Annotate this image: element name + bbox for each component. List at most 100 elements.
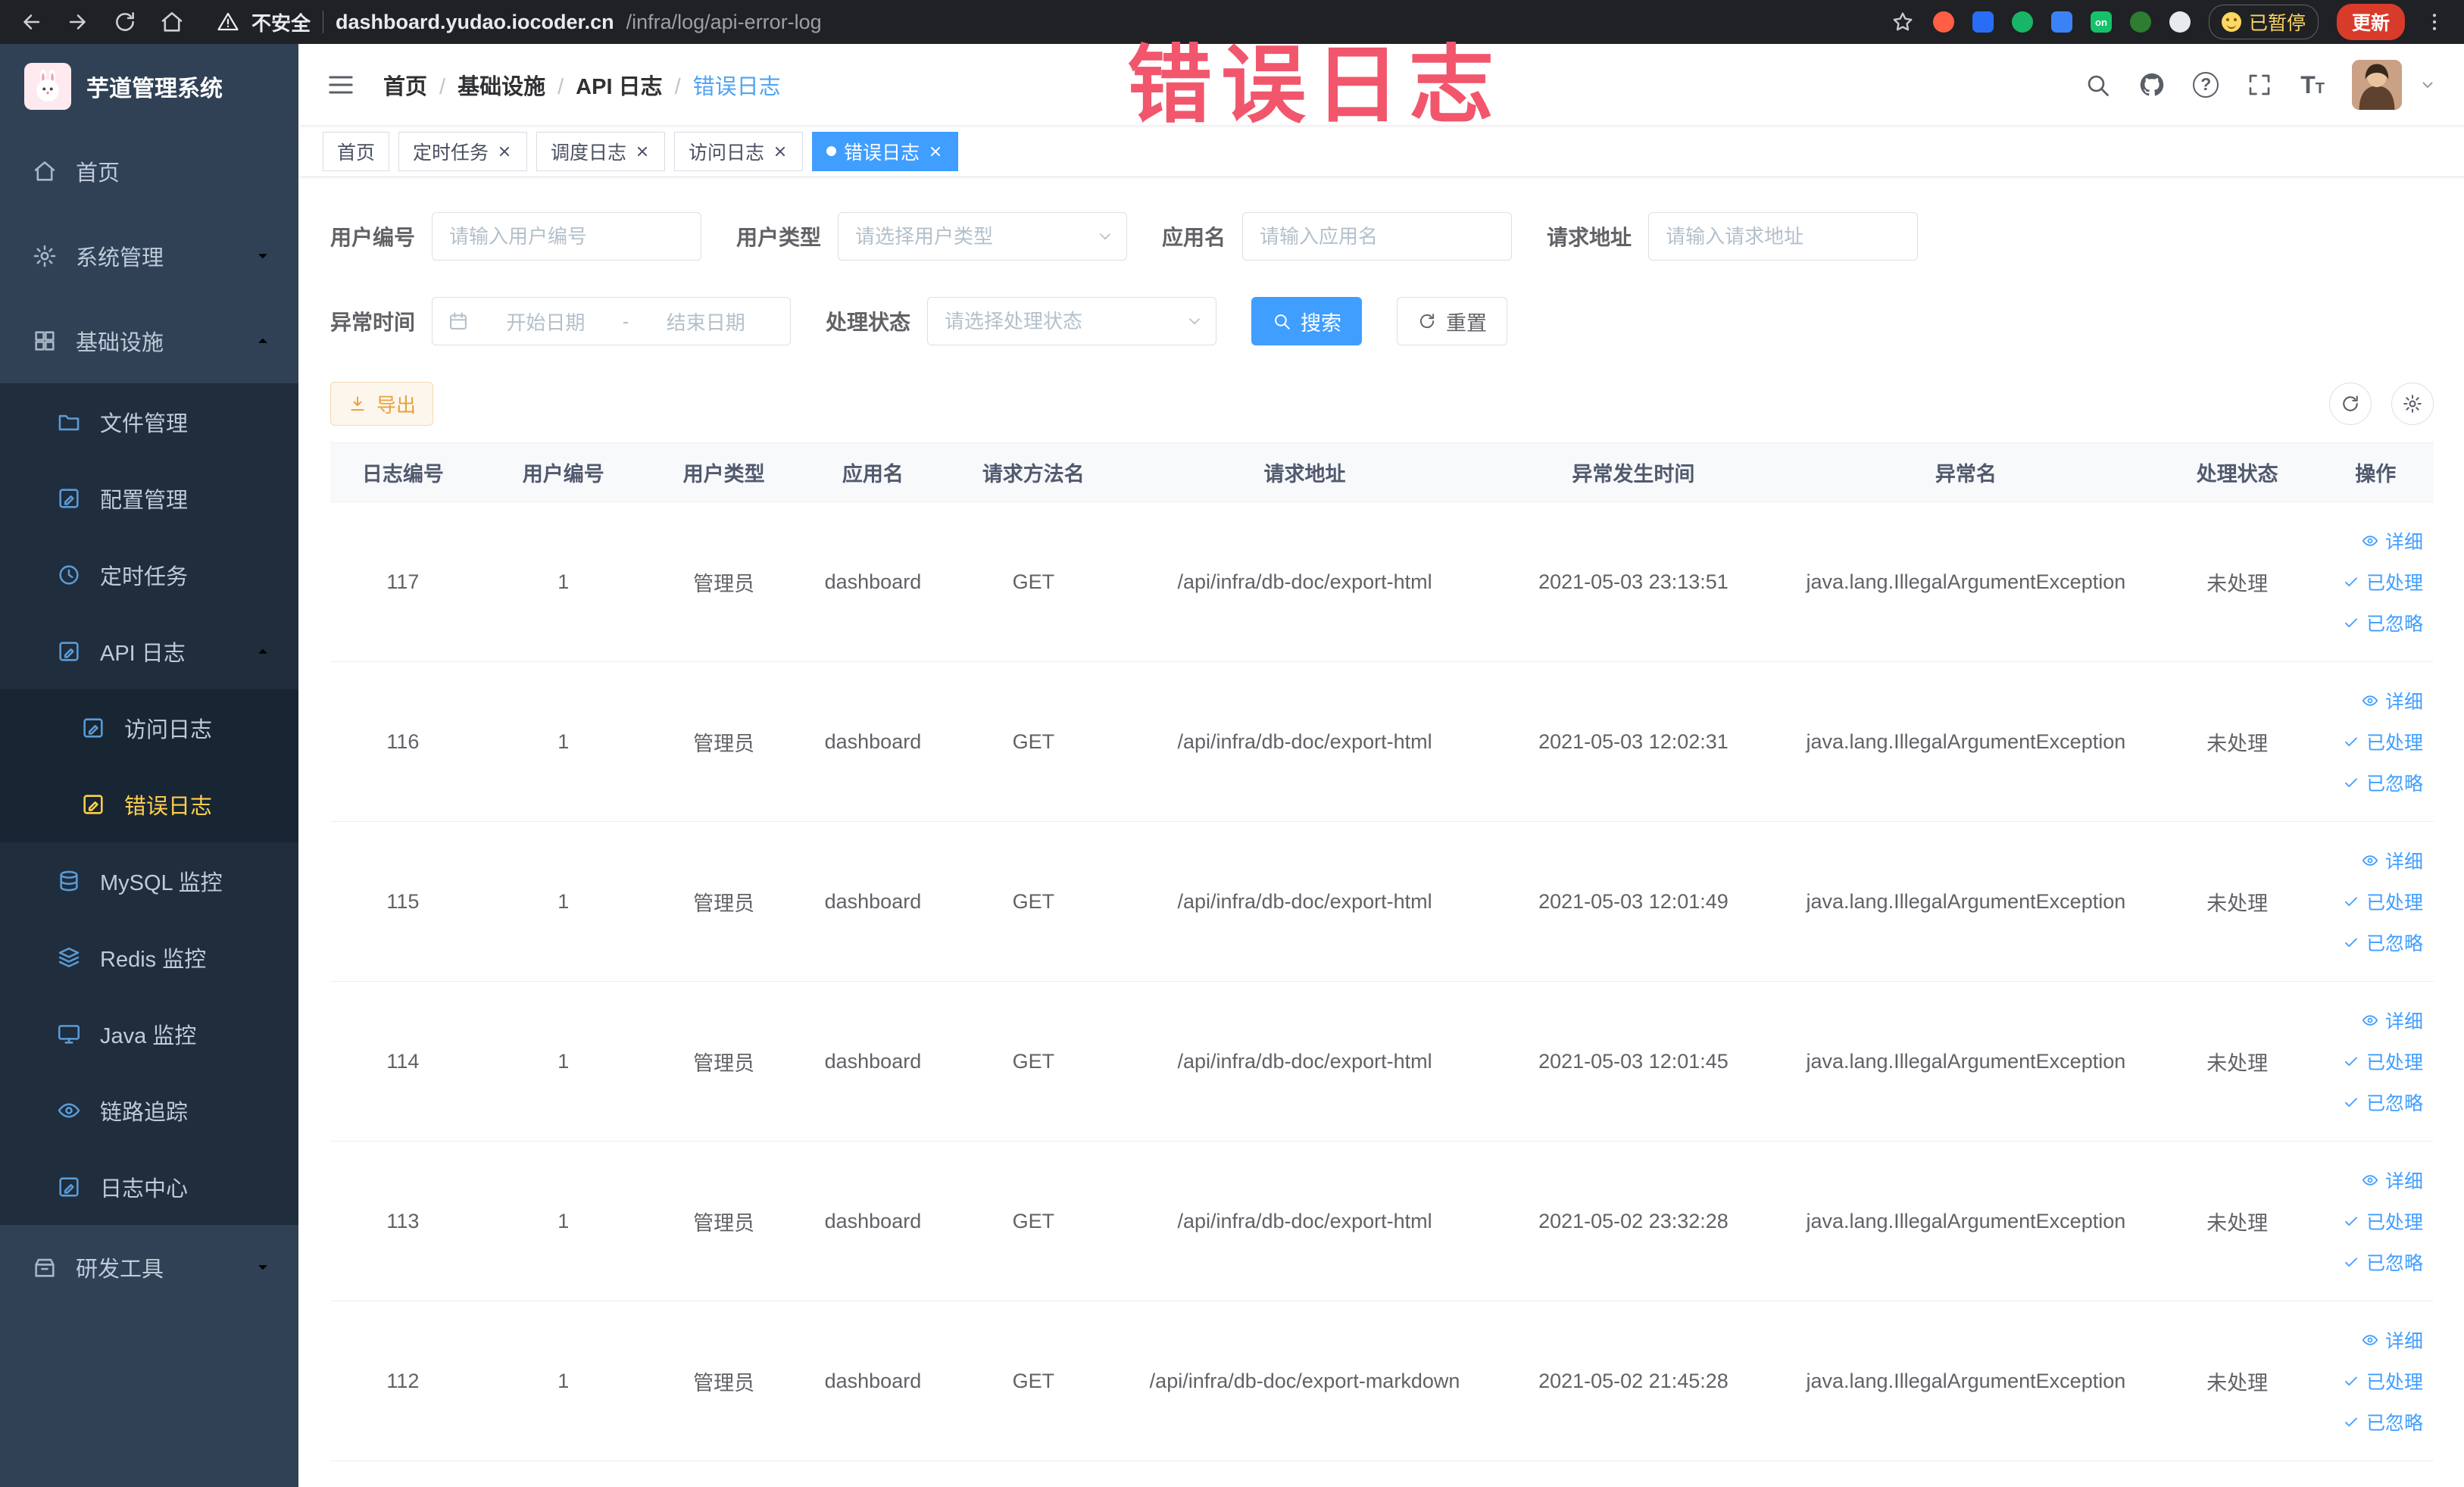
browser-reload-icon[interactable] <box>112 9 138 35</box>
action-processed-link[interactable]: 已处理 <box>2342 568 2423 595</box>
action-processed-link[interactable]: 已处理 <box>2342 1367 2423 1395</box>
action-detail-link[interactable]: 详细 <box>2361 687 2423 714</box>
action-ignore-link[interactable]: 已忽略 <box>2342 929 2423 956</box>
export-button[interactable]: 导出 <box>330 382 434 426</box>
action-ignore-link[interactable]: 已忽略 <box>2342 609 2423 636</box>
breadcrumb-item[interactable]: 基础设施 <box>427 69 545 101</box>
sidebar-item-system[interactable]: 系统管理 <box>0 214 298 298</box>
search-button[interactable]: 搜索 <box>1251 297 1363 345</box>
sidebar-item-mysql[interactable]: MySQL 监控 <box>0 842 298 919</box>
sidebar-item-access-log[interactable]: 访问日志 <box>0 689 298 766</box>
eye-icon <box>2361 1011 2379 1029</box>
table-row: 113 1 管理员 dashboard GET/api/infra/db-doc/exp… <box>330 1141 2434 1301</box>
close-icon[interactable] <box>927 143 944 160</box>
font-size-icon[interactable] <box>2300 73 2325 97</box>
column-settings-button[interactable] <box>2391 383 2434 425</box>
avatar-caret-icon[interactable] <box>2419 76 2437 94</box>
user-avatar[interactable] <box>2352 59 2402 110</box>
table-toolbar: 导出 <box>330 382 2434 426</box>
close-icon[interactable] <box>496 143 513 160</box>
app-logo[interactable]: 芋道管理系统 <box>0 44 298 129</box>
hamburger-icon[interactable] <box>326 70 356 100</box>
extension-icon[interactable] <box>2129 11 2151 33</box>
sidebar-item-trace[interactable]: 链路追踪 <box>0 1072 298 1148</box>
browser-menu-icon[interactable] <box>2423 11 2446 33</box>
date-range-picker[interactable]: 开始日期 - 结束日期 <box>432 297 792 345</box>
action-ignore-link[interactable]: 已忽略 <box>2342 769 2423 796</box>
action-detail-link[interactable]: 详细 <box>2361 1326 2423 1354</box>
user-id-input[interactable] <box>432 212 702 261</box>
sidebar-item-dev-tools[interactable]: 研发工具 <box>0 1225 298 1310</box>
time-cell: 2021-05-03 23:13:51 <box>1491 501 1775 662</box>
request-url-input[interactable] <box>1648 212 1919 261</box>
action-ignore-link[interactable]: 已忽略 <box>2342 1089 2423 1116</box>
method-cell: GET <box>949 501 1118 662</box>
reset-button[interactable]: 重置 <box>1397 297 1508 345</box>
browser-forward-icon[interactable] <box>65 9 91 35</box>
fullscreen-icon[interactable] <box>2246 71 2273 98</box>
browser-update-button[interactable]: 更新 <box>2336 4 2405 40</box>
refresh-table-button[interactable] <box>2329 383 2372 425</box>
column-header: 用户编号 <box>475 442 651 502</box>
app-name-input[interactable] <box>1242 212 1513 261</box>
user-type-select[interactable] <box>838 212 1128 261</box>
address-bar[interactable]: 不安全 dashboard.yudao.iocoder.cn/infra/log… <box>217 8 822 36</box>
actions-cell: 详细已处理已忽略 <box>2317 1301 2434 1461</box>
tab-access-log[interactable]: 访问日志 <box>674 131 804 171</box>
sidebar-item-java[interactable]: Java 监控 <box>0 995 298 1072</box>
action-processed-link[interactable]: 已处理 <box>2342 1207 2423 1235</box>
browser-back-icon[interactable] <box>18 9 44 35</box>
user-id-cell: 1 <box>475 661 651 822</box>
exception-cell: java.lang.IllegalArgumentException <box>1775 981 2157 1142</box>
sidebar-item-config[interactable]: 配置管理 <box>0 460 298 536</box>
extension-icon[interactable] <box>1932 11 1954 33</box>
user-type-select-input[interactable] <box>838 212 1128 261</box>
action-ignore-link[interactable]: 已忽略 <box>2342 1408 2423 1435</box>
tab-job[interactable]: 定时任务 <box>398 131 528 171</box>
url-cell: /api/infra/db-doc/export-html <box>1117 981 1492 1142</box>
action-label: 已忽略 <box>2366 1093 2423 1114</box>
close-icon[interactable] <box>634 143 651 160</box>
extension-icon[interactable] <box>2169 11 2191 33</box>
tab-error-log[interactable]: 错误日志 <box>812 131 959 171</box>
action-detail-link[interactable]: 详细 <box>2361 1167 2423 1194</box>
action-processed-link[interactable]: 已处理 <box>2342 888 2423 915</box>
sidebar-item-redis[interactable]: Redis 监控 <box>0 919 298 995</box>
browser-home-icon[interactable] <box>159 9 185 35</box>
docpen-icon <box>56 486 82 511</box>
search-icon[interactable] <box>2084 71 2111 98</box>
sidebar-item-home[interactable]: 首页 <box>0 129 298 214</box>
sidebar-item-job[interactable]: 定时任务 <box>0 536 298 613</box>
extension-icon[interactable] <box>1972 11 1994 33</box>
action-processed-link[interactable]: 已处理 <box>2342 728 2423 755</box>
breadcrumb-item[interactable]: 首页 <box>383 69 427 101</box>
close-icon[interactable] <box>772 143 789 160</box>
github-icon[interactable] <box>2138 71 2166 98</box>
bookmark-star-icon[interactable] <box>1891 10 1915 34</box>
sidebar-item-infra[interactable]: 基础设施 <box>0 298 298 383</box>
sidebar-item-file[interactable]: 文件管理 <box>0 383 298 460</box>
action-ignore-link[interactable]: 已忽略 <box>2342 1248 2423 1276</box>
breadcrumb-item[interactable]: API 日志 <box>545 69 662 101</box>
help-icon[interactable] <box>2193 71 2219 98</box>
sidebar-item-log-center[interactable]: 日志中心 <box>0 1148 298 1225</box>
paused-badge[interactable]: 已暂停 <box>2208 5 2319 39</box>
extension-icon[interactable] <box>2011 11 2033 33</box>
extension-on-icon[interactable]: on <box>2090 11 2112 33</box>
action-detail-link[interactable]: 详细 <box>2361 1007 2423 1034</box>
sidebar-item-api-log[interactable]: API 日志 <box>0 613 298 689</box>
extension-icon[interactable] <box>2050 11 2072 33</box>
status-cell: 未处理 <box>2156 821 2318 982</box>
process-status-select[interactable] <box>927 297 1217 345</box>
search-icon <box>1272 311 1291 331</box>
process-status-select-input[interactable] <box>927 297 1217 345</box>
action-detail-link[interactable]: 详细 <box>2361 527 2423 555</box>
tab-job-log[interactable]: 调度日志 <box>536 131 666 171</box>
sidebar-item-error-log[interactable]: 错误日志 <box>0 766 298 842</box>
check-icon <box>2342 1413 2360 1431</box>
date-separator: - <box>622 309 629 333</box>
action-detail-link[interactable]: 详细 <box>2361 847 2423 874</box>
action-processed-link[interactable]: 已处理 <box>2342 1048 2423 1075</box>
actions-cell: 详细已处理已忽略 <box>2317 661 2434 822</box>
tab-home[interactable]: 首页 <box>323 131 390 171</box>
